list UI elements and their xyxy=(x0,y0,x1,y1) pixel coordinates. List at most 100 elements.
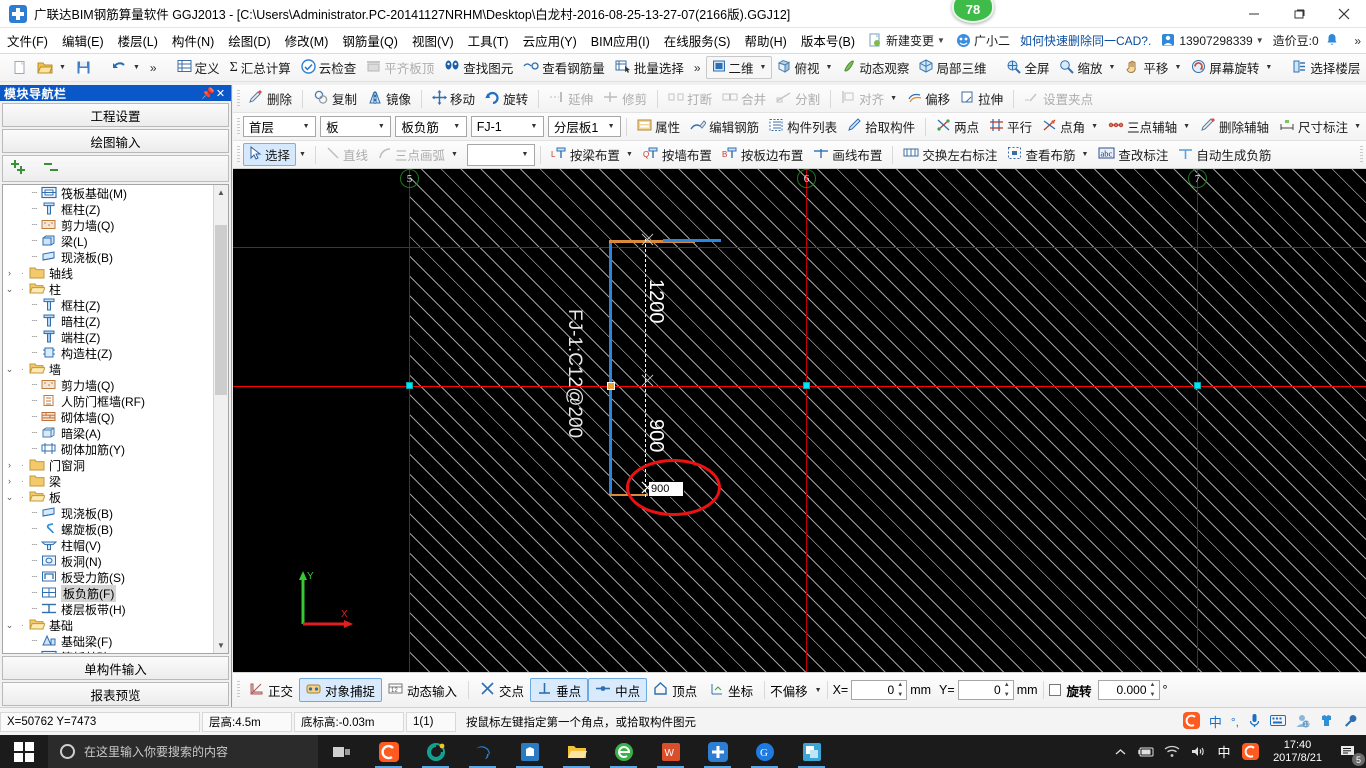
new-change-chevron-down-icon[interactable]: ▼ xyxy=(937,36,945,45)
taskbar-app-wps[interactable]: W xyxy=(647,735,694,768)
perpendicular-snap-toggle[interactable]: 垂点 xyxy=(530,678,589,702)
expand-all-icon[interactable] xyxy=(11,159,33,178)
toolbar-edit-grip[interactable] xyxy=(237,89,240,108)
object-snap-toggle[interactable]: 对象捕捉 xyxy=(299,678,383,702)
grip-point-right[interactable] xyxy=(1194,382,1201,389)
properties-button[interactable]: 属性 xyxy=(632,115,685,138)
component-tree[interactable]: ┄ 筏板基础(M) ┄ 框柱(Z) ┄ 剪力墙(Q) ┄ 梁(L) ┄ 现浇板(B) › · 轴线 ⌄ · 柱… xyxy=(2,184,229,654)
dynamic-observe-button[interactable]: 动态观察 xyxy=(837,56,914,79)
open-file-button[interactable]: ▼ xyxy=(32,56,71,79)
zoom-button[interactable]: 缩放 ▼ xyxy=(1054,56,1120,79)
tray-expand-icon[interactable] xyxy=(1107,735,1133,768)
point-angle-button[interactable]: 点角 ▼ xyxy=(1037,115,1103,138)
tree-item[interactable]: ┄ 基础梁(F) xyxy=(3,633,213,649)
pan-button[interactable]: 平移 ▼ xyxy=(1120,56,1186,79)
coordinate-snap-toggle[interactable]: 坐标 xyxy=(703,678,759,702)
taskbar-app-browser-green[interactable] xyxy=(600,735,647,768)
toolbar-overflow-2[interactable]: » xyxy=(689,61,706,75)
score-badge[interactable]: 78 xyxy=(952,0,994,23)
offset-button[interactable]: 偏移 xyxy=(902,87,955,110)
battery-icon[interactable] xyxy=(1133,735,1159,768)
grip-point-center[interactable] xyxy=(803,382,810,389)
tree-item[interactable]: ┄ 砌体加筋(Y) xyxy=(3,441,213,457)
toolbar-draw-grip-end[interactable] xyxy=(1360,145,1363,164)
batch-select-button[interactable]: 批量选择 xyxy=(610,56,689,79)
tree-item[interactable]: ┄ 螺旋板(B) xyxy=(3,521,213,537)
sougou-logo-icon[interactable] xyxy=(1182,711,1200,732)
wrench-icon[interactable] xyxy=(1343,713,1358,731)
taskbar-search[interactable]: 在这里输入你要搜索的内容 xyxy=(48,735,318,768)
swap-lr-dim-button[interactable]: 交换左右标注 xyxy=(898,143,1002,166)
tree-item[interactable]: › · 梁 xyxy=(3,473,213,489)
new-file-button[interactable] xyxy=(7,56,32,79)
task-view-button[interactable] xyxy=(318,735,365,768)
offset-mode-select[interactable]: 不偏移 ▼ xyxy=(770,681,821,700)
member-list-button[interactable]: 构件列表 xyxy=(764,115,842,138)
menu-file[interactable]: 文件(F) xyxy=(0,28,55,53)
tree-item[interactable]: ┄ 楼层板带(H) xyxy=(3,601,213,617)
tray-ime-label[interactable]: 中 xyxy=(1211,735,1237,768)
floor-select[interactable]: 首层 ▼ xyxy=(242,116,317,137)
ime-punct-label[interactable]: °, xyxy=(1231,715,1239,729)
break-button[interactable]: 打断 xyxy=(663,87,717,110)
select-tool-chevron-down-icon[interactable]: ▼ xyxy=(299,151,306,158)
auto-gen-negative-rebar-button[interactable]: 自动生成负筋 xyxy=(1173,143,1276,166)
axis-bubble-5[interactable]: 5 xyxy=(400,169,419,188)
axis-bubble-7[interactable]: 7 xyxy=(1188,169,1207,188)
tree-item[interactable]: ┄ 暗柱(Z) xyxy=(3,313,213,329)
new-change-button[interactable]: 新建变更 ▼ xyxy=(862,32,948,49)
layout-by-beam-button[interactable]: L 按梁布置 ▼ xyxy=(546,143,638,166)
menu-help[interactable]: 帮助(H) xyxy=(737,28,793,53)
user-nick-button[interactable]: 广小二 xyxy=(948,32,1010,49)
three-point-arc-button[interactable]: 三点画弧 ▼ xyxy=(373,143,463,166)
split-button[interactable]: 分割 xyxy=(771,87,825,110)
tree-item[interactable]: ┄ 现浇板(B) xyxy=(3,505,213,521)
layout-by-wall-button[interactable]: Q 按墙布置 xyxy=(638,143,717,166)
start-button[interactable] xyxy=(0,735,48,768)
select-tool-button[interactable]: 选择 xyxy=(243,143,297,166)
x-offset-input[interactable]: 0 ▲ ▼ xyxy=(851,680,908,700)
pin-icon[interactable]: 📌 xyxy=(201,87,215,100)
cloud-check-button[interactable]: 云检查 xyxy=(296,56,362,79)
chevron-right-icon[interactable]: › xyxy=(3,268,16,278)
taskbar-app-snipaste[interactable] xyxy=(788,735,835,768)
member-type-select[interactable]: 板负筋 ▼ xyxy=(395,116,467,137)
report-preview-button[interactable]: 报表预览 xyxy=(2,682,229,706)
copy-button[interactable]: 复制 xyxy=(308,87,362,110)
account-chevron-down-icon[interactable]: ▼ xyxy=(1256,36,1264,45)
promo-link[interactable]: 如何快速删除同一CAD?. xyxy=(1010,32,1161,49)
scroll-thumb[interactable] xyxy=(215,225,227,395)
align-slab-top-button[interactable]: 平齐板顶 xyxy=(361,56,439,79)
rotate-button[interactable]: 旋转 xyxy=(480,87,533,110)
menu-rebar-qty[interactable]: 钢筋量(Q) xyxy=(335,28,405,53)
taskbar-app-explorer[interactable] xyxy=(553,735,600,768)
save-button[interactable] xyxy=(71,56,96,79)
menu-bim-app[interactable]: BIM应用(I) xyxy=(584,28,657,53)
maximize-button[interactable] xyxy=(1276,0,1321,28)
chevron-right-icon[interactable]: › xyxy=(3,460,16,470)
rotate-spinner[interactable]: ▲ ▼ xyxy=(1148,682,1158,698)
three-point-aux-axis-chevron-down-icon[interactable]: ▼ xyxy=(1183,123,1190,130)
dimension-button[interactable]: 尺寸标注 ▼ xyxy=(1274,115,1366,138)
menu-version[interactable]: 版本号(B) xyxy=(794,28,862,53)
rotate-checkbox[interactable] xyxy=(1048,684,1061,696)
toolbar-draw-grip[interactable] xyxy=(237,145,240,164)
toolbar-member-grip[interactable] xyxy=(237,117,240,136)
three-point-aux-axis-button[interactable]: 三点辅轴 ▼ xyxy=(1103,115,1195,138)
tree-item[interactable]: ┄ 板洞(N) xyxy=(3,553,213,569)
toolbar-overflow-1[interactable]: » xyxy=(145,61,162,75)
fullscreen-button[interactable]: 全屏 xyxy=(1001,56,1054,79)
negative-rebar-vertical[interactable] xyxy=(609,241,612,496)
dynamic-input-toggle[interactable]: 12 动态输入 xyxy=(382,678,463,702)
wifi-icon[interactable] xyxy=(1159,735,1185,768)
menubar-overflow-button[interactable]: » xyxy=(1349,34,1366,48)
merge-button[interactable]: 合并 xyxy=(717,87,771,110)
category-select[interactable]: 板 ▼ xyxy=(320,116,392,137)
menu-view[interactable]: 视图(V) xyxy=(405,28,461,53)
chevron-down-icon[interactable]: ⌄ xyxy=(3,620,16,631)
three-point-arc-chevron-down-icon[interactable]: ▼ xyxy=(451,151,458,158)
view-rebar-qty-button[interactable]: 查看钢筋量 xyxy=(518,56,610,79)
taskbar-app-chrome[interactable]: G xyxy=(741,735,788,768)
volume-icon[interactable] xyxy=(1185,735,1211,768)
keyboard-icon[interactable] xyxy=(1270,714,1286,730)
